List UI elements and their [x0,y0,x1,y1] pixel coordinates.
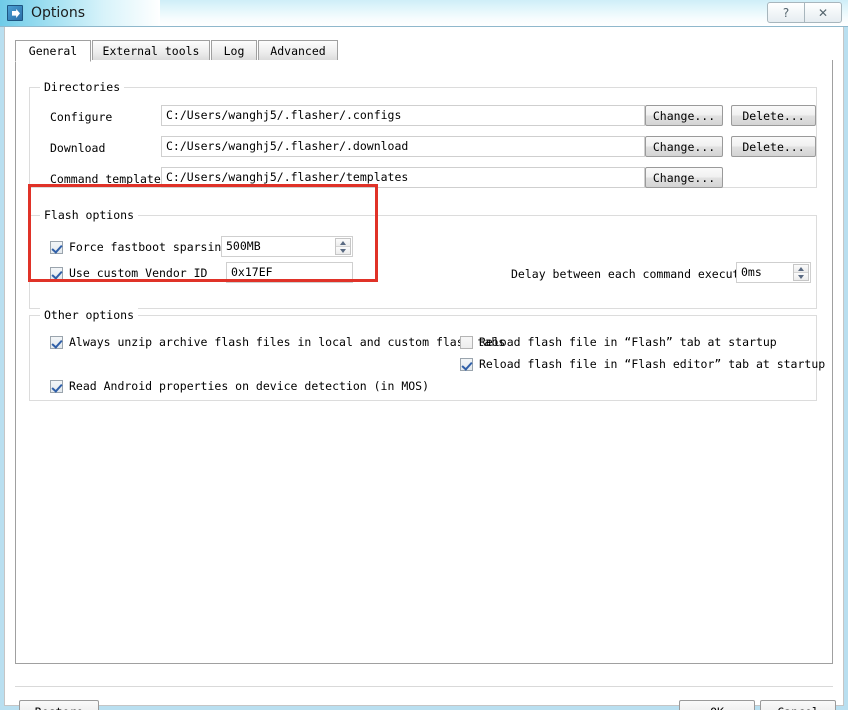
client-area: General External tools Log Advanced Dire… [4,27,844,710]
configure-delete-button[interactable]: Delete... [731,105,816,126]
reload-flash-editor-tab-label: Reload flash file in “Flash editor” tab … [479,357,826,371]
sparsing-size-spin-buttons[interactable] [335,238,351,255]
sparsing-size-up-icon[interactable] [336,239,350,246]
reload-flash-tab-label: Reload flash file in “Flash” tab at star… [479,335,777,349]
window-frame: General External tools Log Advanced Dire… [0,27,848,710]
sparsing-size-down-icon[interactable] [336,246,350,254]
command-delay-spin-buttons[interactable] [793,264,809,281]
help-icon[interactable]: ? [767,2,805,23]
close-icon[interactable]: ✕ [804,2,842,23]
flash-options-group: Flash options Force fastboot sparsing 50… [29,208,817,309]
tab-general[interactable]: General [15,40,91,62]
configure-change-button[interactable]: Change... [645,105,723,126]
command-delay-label: Delay between each command execution [511,267,761,281]
configure-path-input[interactable]: C:/Users/wanghj5/.flasher/.configs [161,105,645,126]
sparsing-size-stepper[interactable]: 500MB [221,236,353,257]
download-path-input[interactable]: C:/Users/wanghj5/.flasher/.download [161,136,645,157]
other-options-group: Other options Always unzip archive flash… [29,308,825,401]
reload-flash-editor-tab-checkbox[interactable]: Reload flash file in “Flash editor” tab … [460,357,825,371]
title-bar-left: Options [0,0,160,26]
title-bar: Options ? ✕ [0,0,848,27]
read-android-properties-checkbox[interactable]: Read Android properties on device detect… [50,379,429,393]
title-bar-buttons: ? ✕ [767,2,842,23]
restore-button[interactable]: Restore [19,700,99,710]
directories-group: Directories Configure C:/Users/wanghj5/.… [29,80,817,188]
ok-button[interactable]: OK [679,700,755,710]
always-unzip-archive-check-icon [50,335,63,349]
force-fastboot-sparsing-checkbox[interactable]: Force fastboot sparsing [50,240,228,254]
force-fastboot-sparsing-check-icon [50,240,63,254]
always-unzip-archive-label: Always unzip archive flash files in loca… [69,335,506,349]
reload-flash-tab-checkbox[interactable]: Reload flash file in “Flash” tab at star… [460,335,777,349]
window-title: Options [31,5,86,21]
download-delete-button[interactable]: Delete... [731,136,816,157]
command-delay-up-icon[interactable] [794,265,808,272]
reload-flash-editor-tab-check-icon [460,357,473,371]
directories-group-title: Directories [40,80,125,94]
use-custom-vendor-id-check-icon [50,266,63,280]
reload-flash-tab-check-icon [460,335,473,349]
command-templates-label: Command templates [50,172,168,186]
other-options-group-title: Other options [40,308,139,322]
tab-log[interactable]: Log [211,40,257,61]
tab-advanced[interactable]: Advanced [258,40,338,61]
vendor-id-input[interactable]: 0x17EF [226,262,353,283]
force-fastboot-sparsing-label: Force fastboot sparsing [69,240,229,254]
tab-page-general: Directories Configure C:/Users/wanghj5/.… [15,60,833,664]
command-templates-path-input[interactable]: C:/Users/wanghj5/.flasher/templates [161,167,645,188]
always-unzip-archive-checkbox[interactable]: Always unzip archive flash files in loca… [50,335,505,349]
flash-options-group-title: Flash options [40,208,139,222]
read-android-properties-label: Read Android properties on device detect… [69,379,430,393]
app-flasher-icon [7,5,23,21]
sparsing-size-value: 500MB [226,239,261,253]
use-custom-vendor-id-label: Use custom Vendor ID [69,266,208,280]
use-custom-vendor-id-checkbox[interactable]: Use custom Vendor ID [50,266,207,280]
tab-external-tools[interactable]: External tools [92,40,210,61]
read-android-properties-check-icon [50,379,63,393]
options-dialog: Options ? ✕ General External tools Log A… [0,0,848,710]
command-delay-down-icon[interactable] [794,272,808,280]
command-templates-change-button[interactable]: Change... [645,167,723,188]
tab-strip: General External tools Log Advanced [15,40,833,62]
configure-label: Configure [50,110,113,124]
command-delay-stepper[interactable]: 0ms [736,262,811,283]
download-label: Download [50,141,106,155]
download-change-button[interactable]: Change... [645,136,723,157]
command-delay-value: 0ms [741,265,762,279]
footer-separator [15,686,833,687]
cancel-button[interactable]: Cancel [760,700,836,710]
